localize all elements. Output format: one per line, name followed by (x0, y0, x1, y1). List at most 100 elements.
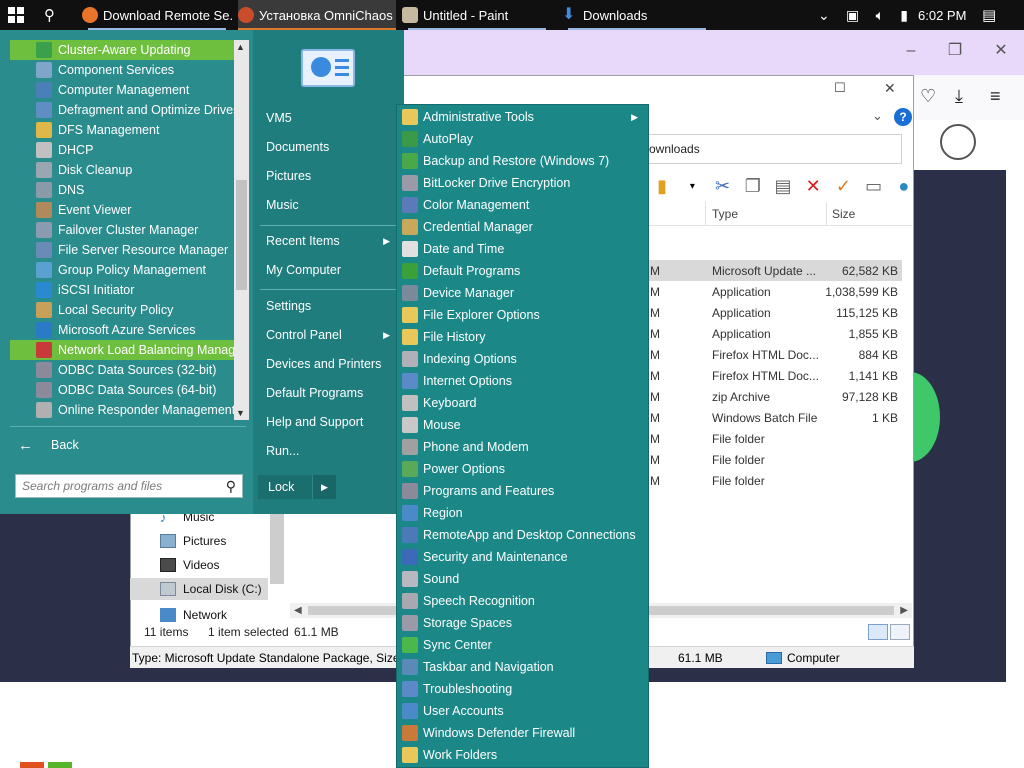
control-panel-item[interactable]: Phone and Modem (400, 436, 644, 458)
maximize-icon[interactable]: ❐ (940, 36, 970, 66)
start-link[interactable]: VM5 (266, 107, 394, 129)
control-panel-item[interactable]: Backup and Restore (Windows 7) (400, 150, 644, 172)
file-row[interactable]: M Firefox HTML Doc... 1,141 KB (648, 365, 902, 386)
start-link[interactable]: Documents (266, 136, 394, 158)
help-icon[interactable]: ? (894, 108, 912, 126)
user-picture[interactable] (301, 49, 355, 87)
search-input[interactable] (22, 478, 212, 494)
file-row[interactable]: M Application 115,125 KB (648, 302, 902, 323)
control-panel-item[interactable]: Mouse (400, 414, 644, 436)
cut-icon[interactable]: ✂ (712, 176, 732, 197)
nav-item-videos[interactable]: Videos (160, 554, 219, 576)
scroll-left-icon[interactable]: ◀ (294, 603, 302, 618)
scroll-down-icon[interactable]: ▼ (236, 408, 245, 418)
program-item[interactable]: Failover Cluster Manager (10, 220, 234, 240)
program-item[interactable]: Group Policy Management (10, 260, 234, 280)
control-panel-item[interactable]: Indexing Options (400, 348, 644, 370)
clock[interactable]: 6:02 PM (918, 0, 968, 30)
start-link[interactable]: Devices and Printers (266, 353, 394, 375)
paste-icon[interactable]: ▤ (773, 176, 793, 197)
program-item[interactable]: Event Viewer (10, 200, 234, 220)
control-panel-item[interactable]: Storage Spaces (400, 612, 644, 634)
program-item[interactable]: ODBC Data Sources (64-bit) (10, 380, 234, 400)
control-panel-item[interactable]: Keyboard (400, 392, 644, 414)
chevron-up-icon[interactable]: ⌄ (818, 7, 830, 24)
windows-start-icon[interactable] (8, 0, 28, 30)
file-row[interactable]: M Application 1,038,599 KB (648, 281, 902, 302)
program-item[interactable]: Component Services (10, 60, 234, 80)
nav-scrollbar[interactable] (270, 512, 284, 584)
control-panel-item[interactable]: Security and Maintenance (400, 546, 644, 568)
checkmark-icon[interactable]: ✓ (833, 176, 853, 197)
program-item[interactable]: File Server Resource Manager (10, 240, 234, 260)
start-link[interactable]: Music (266, 194, 394, 216)
start-link[interactable]: Pictures (266, 165, 394, 187)
microphone-icon[interactable]: ▮ (900, 7, 908, 24)
control-panel-item[interactable]: BitLocker Drive Encryption (400, 172, 644, 194)
control-panel-item[interactable]: User Accounts (400, 700, 644, 722)
nav-item-pictures[interactable]: Pictures (160, 530, 226, 552)
control-panel-item[interactable]: Internet Options (400, 370, 644, 392)
control-panel-item[interactable]: File History (400, 326, 644, 348)
control-panel-item[interactable]: Region (400, 502, 644, 524)
control-panel-item[interactable]: Sync Center (400, 634, 644, 656)
program-item[interactable]: DHCP (10, 140, 234, 160)
control-panel-item[interactable]: Taskbar and Navigation (400, 656, 644, 678)
control-panel-item[interactable]: File Explorer Options (400, 304, 644, 326)
notification-icon[interactable]: ▤ (982, 0, 1002, 30)
folder-icon[interactable]: ▮ (652, 176, 672, 197)
start-link[interactable]: Run... (266, 440, 394, 462)
control-panel-item[interactable]: RemoteApp and Desktop Connections (400, 524, 644, 546)
control-panel-item[interactable]: Administrative Tools ▶ (400, 106, 644, 128)
taskbar-app-firefox[interactable]: Download Remote Se... (82, 0, 232, 30)
control-panel-item[interactable]: AutoPlay (400, 128, 644, 150)
account-avatar-icon[interactable] (940, 124, 976, 160)
chevron-down-icon[interactable]: ⌄ (872, 108, 883, 124)
details-view-icon[interactable] (868, 624, 888, 640)
program-item[interactable]: DFS Management (10, 120, 234, 140)
control-panel-item[interactable]: Troubleshooting (400, 678, 644, 700)
control-panel-item[interactable]: Device Manager (400, 282, 644, 304)
start-link[interactable]: Control Panel ▶ (266, 324, 394, 346)
start-search-box[interactable]: ⚲ (15, 474, 243, 498)
start-link[interactable]: Recent Items ▶ (266, 230, 394, 252)
file-row[interactable]: M Firefox HTML Doc... 884 KB (648, 344, 902, 365)
file-row[interactable]: M File folder (648, 449, 902, 470)
control-panel-item[interactable]: Work Folders (400, 744, 644, 766)
close-icon[interactable]: ✕ (986, 36, 1016, 66)
file-row[interactable]: M Application 1,855 KB (648, 323, 902, 344)
program-item[interactable]: ODBC Data Sources (32-bit) (10, 360, 234, 380)
volume-icon[interactable]: 🔈︎ (876, 7, 884, 24)
program-item[interactable]: Cluster-Aware Updating (10, 40, 234, 60)
control-panel-item[interactable]: Sound (400, 568, 644, 590)
file-row[interactable]: M File folder (648, 428, 902, 449)
control-panel-item[interactable]: Power Options (400, 458, 644, 480)
back-button[interactable]: ← Back (18, 434, 79, 456)
program-list-scrollbar[interactable]: ▲ ▼ (234, 40, 249, 420)
address-bar[interactable]: ownloads (640, 134, 902, 164)
program-item[interactable]: Microsoft Azure Services (10, 320, 234, 340)
globe-icon[interactable]: ● (894, 176, 914, 197)
column-header-type[interactable]: Type (712, 207, 738, 221)
program-item[interactable]: Online Responder Management (10, 400, 234, 420)
download-icon[interactable]: ⤓ (955, 86, 963, 107)
start-link[interactable]: My Computer (266, 259, 394, 281)
start-link[interactable]: Settings (266, 295, 394, 317)
search-icon[interactable]: ⚲ (44, 0, 66, 30)
program-item[interactable]: Defragment and Optimize Drives (10, 100, 234, 120)
minimize-icon[interactable]: – (896, 36, 926, 66)
delete-icon[interactable]: ✕ (803, 176, 823, 197)
large-icons-view-icon[interactable] (890, 624, 910, 640)
taskbar-app-downloads[interactable]: ⬇ Downloads (562, 0, 712, 30)
start-link[interactable]: Help and Support (266, 411, 394, 433)
control-panel-item[interactable]: Credential Manager (400, 216, 644, 238)
menu-icon[interactable]: ≡ (990, 86, 1001, 107)
start-link[interactable]: Default Programs (266, 382, 394, 404)
search-icon[interactable]: ⚲ (226, 478, 236, 495)
program-item[interactable]: Network Load Balancing Manager (10, 340, 234, 360)
program-item[interactable]: iSCSI Initiator (10, 280, 234, 300)
file-row[interactable]: M Microsoft Update ... 62,582 KB (648, 260, 902, 281)
control-panel-item[interactable]: Default Programs (400, 260, 644, 282)
program-item[interactable]: Local Security Policy (10, 300, 234, 320)
close-icon[interactable]: ✕ (884, 80, 896, 97)
